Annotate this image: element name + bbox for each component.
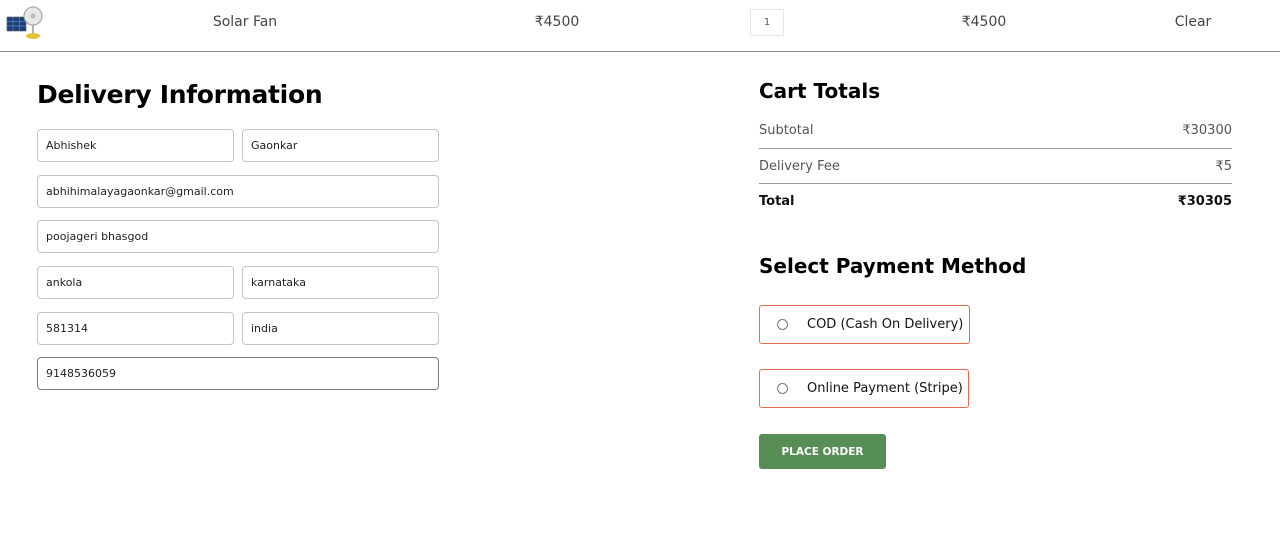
cart-item-total: ₹4500 [961,14,1007,30]
total-value: ₹30305 [1177,194,1232,209]
city-field[interactable] [37,266,234,299]
cart-totals-title: Cart Totals [759,79,881,103]
totals-divider [759,148,1232,149]
phone-field[interactable] [37,357,439,390]
first-name-field[interactable] [37,129,234,162]
subtotal-row: Subtotal ₹30300 [759,123,1232,138]
delivery-fee-value: ₹5 [1215,159,1232,174]
delivery-information-title: Delivery Information [37,80,323,109]
subtotal-value: ₹30300 [1182,123,1232,138]
email-field[interactable] [37,175,439,208]
payment-option-label: Online Payment (Stripe) [807,381,963,396]
payment-option-label: COD (Cash On Delivery) [807,317,964,332]
payment-option-stripe[interactable]: Online Payment (Stripe) [759,369,969,408]
cart-item-quantity[interactable]: 1 [750,9,784,36]
country-field[interactable] [242,312,439,345]
total-label: Total [759,194,795,209]
payment-option-cod[interactable]: COD (Cash On Delivery) [759,305,970,344]
totals-divider [759,183,1232,184]
solar-fan-product-image [6,6,43,39]
delivery-fee-row: Delivery Fee ₹5 [759,159,1232,174]
cart-item-price: ₹4500 [534,14,580,30]
radio-button-icon[interactable] [777,319,788,330]
payment-method-title: Select Payment Method [759,254,1027,278]
last-name-field[interactable] [242,129,439,162]
radio-button-icon[interactable] [777,383,788,394]
zip-code-field[interactable] [37,312,234,345]
total-row: Total ₹30305 [759,194,1232,209]
cart-item-name: Solar Fan [212,14,278,30]
place-order-button[interactable]: PLACE ORDER [759,434,886,469]
cart-item-row: Solar Fan ₹4500 1 ₹4500 Clear [0,0,1280,52]
delivery-fee-label: Delivery Fee [759,159,840,174]
state-field[interactable] [242,266,439,299]
clear-item-button[interactable]: Clear [1153,14,1233,30]
subtotal-label: Subtotal [759,123,814,138]
street-field[interactable] [37,220,439,253]
